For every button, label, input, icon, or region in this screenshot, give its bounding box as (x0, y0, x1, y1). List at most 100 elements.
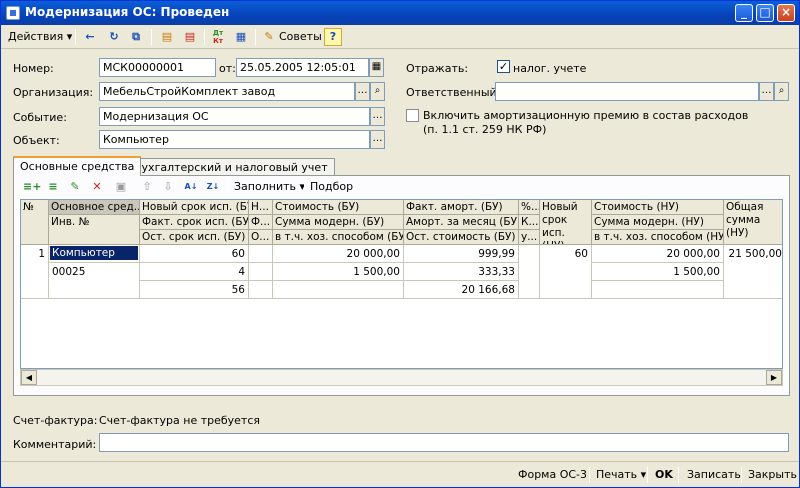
dt-kt-icon[interactable]: Дт Кт (209, 28, 227, 46)
copy-icon[interactable]: ⧉ (127, 28, 145, 46)
tips-button[interactable]: Советы (279, 28, 322, 46)
edit-row-icon[interactable]: ✎ (66, 178, 84, 196)
calendar-icon[interactable]: ▦ (369, 58, 384, 77)
cost-nu-cell[interactable]: 20 000,00 (592, 245, 724, 263)
col-u-header[interactable]: у... (519, 230, 540, 245)
responsible-field[interactable] (495, 82, 759, 101)
close-window-button[interactable]: × (777, 4, 795, 22)
col-mod-sum-nu-header[interactable]: Сумма модерн. (НУ) (592, 215, 724, 230)
new-term-nu-cell[interactable]: 60 (540, 245, 592, 299)
unpost-document-icon[interactable]: ▤ (181, 28, 199, 46)
refresh-icon[interactable]: ↻ (105, 28, 123, 46)
mod-sum-bu-cell[interactable]: 1 500,00 (273, 263, 404, 281)
new-term-bu-cell[interactable]: 60 (140, 245, 249, 263)
total-cell[interactable]: 21 500,00 (724, 245, 782, 299)
copy-row-icon[interactable]: ≡ (44, 178, 62, 196)
col-cost-bu-header[interactable]: Стоимость (БУ) (273, 200, 404, 215)
organization-search-icon[interactable]: ⌕ (370, 82, 385, 101)
date-field[interactable]: 25.05.2005 12:05:01 (236, 58, 369, 77)
fact-term-bu-cell[interactable]: 4 (140, 263, 249, 281)
f-cell[interactable] (249, 263, 273, 281)
organization-field[interactable]: МебельСтройКомплект завод (99, 82, 355, 101)
tab-fixed-assets[interactable]: Основные средства (13, 156, 142, 176)
table-toolbar: ≡+ ≡ ✎ ✕ ▣ ⇧ ⇩ A↓ Z↓ Заполнить ▾ Подбор (14, 176, 789, 198)
own-bu-cell[interactable] (273, 281, 404, 299)
event-select-button[interactable]: … (370, 107, 385, 126)
col-h-header[interactable]: Н... (249, 200, 273, 215)
tab-panel-fixed-assets: ≡+ ≡ ✎ ✕ ▣ ⇧ ⇩ A↓ Z↓ Заполнить ▾ Подбор … (13, 175, 790, 396)
toolbar-separator (204, 29, 205, 45)
amortization-bonus-checkbox[interactable] (406, 109, 419, 122)
end-edit-icon[interactable]: ▣ (112, 178, 130, 196)
save-button[interactable]: Записать (682, 466, 746, 484)
asset-cell[interactable]: Компьютер (49, 245, 140, 263)
add-row-icon[interactable]: ≡+ (22, 178, 41, 196)
amortization-bonus-note: (п. 1.1 ст. 259 НК РФ) (423, 123, 547, 136)
col-own-nu-header[interactable]: в т.ч. хоз. способом (НУ) (592, 230, 724, 245)
post-document-icon[interactable]: ▤ (158, 28, 176, 46)
col-amort-month-bu-header[interactable]: Аморт. за месяц (БУ) (404, 215, 519, 230)
col-asset-header[interactable]: Основное сред... (49, 200, 140, 215)
col-total-header[interactable]: Общая сумма (НУ) (724, 200, 782, 245)
col-cost-nu-header[interactable]: Стоимость (НУ) (592, 200, 724, 215)
print-menu[interactable]: Печать ▾ (591, 466, 651, 484)
tax-accounting-checkbox[interactable]: ✓ (497, 60, 510, 73)
col-number-header[interactable]: № (21, 200, 49, 245)
maximize-button[interactable]: □ (756, 4, 774, 22)
number-field[interactable]: МСК00000001 (99, 58, 216, 77)
horizontal-scrollbar[interactable]: ◀ ▶ (20, 369, 783, 386)
col-new-term-nu-header[interactable]: Новый срок исп. (НУ) (540, 200, 592, 245)
col-mod-sum-bu-header[interactable]: Сумма модерн. (БУ) (273, 215, 404, 230)
fill-menu[interactable]: Заполнить ▾ (234, 178, 305, 196)
minimize-button[interactable]: _ (735, 4, 753, 22)
col-rest-term-bu-header[interactable]: Ост. срок исп. (БУ) (140, 230, 249, 245)
object-select-button[interactable]: … (370, 130, 385, 149)
move-up-icon[interactable]: ⇧ (138, 178, 156, 196)
o-cell[interactable] (249, 281, 273, 299)
col-inv-header[interactable]: Инв. № (49, 215, 140, 245)
responsible-search-icon[interactable]: ⌕ (774, 82, 789, 101)
organization-select-button[interactable]: … (355, 82, 370, 101)
delete-row-icon[interactable]: ✕ (88, 178, 106, 196)
sort-ascending-icon[interactable]: A↓ (182, 178, 200, 196)
comment-field[interactable] (99, 433, 789, 452)
cost-bu-cell[interactable]: 20 000,00 (273, 245, 404, 263)
col-new-term-bu-header[interactable]: Новый срок исп. (БУ) (140, 200, 249, 215)
select-button[interactable]: Подбор (310, 178, 353, 196)
assets-table[interactable]: № Основное сред... Инв. № Новый срок исп… (20, 199, 783, 369)
report-icon[interactable]: ▦ (232, 28, 250, 46)
h-cell[interactable] (249, 245, 273, 263)
sort-descending-icon[interactable]: Z↓ (204, 178, 222, 196)
scroll-left-icon[interactable]: ◀ (21, 370, 37, 385)
mod-sum-nu-cell[interactable]: 1 500,00 (592, 263, 724, 281)
close-button[interactable]: Закрыть (743, 466, 800, 484)
organization-label: Организация: (13, 86, 94, 99)
form-os3-button[interactable]: Форма ОС-3 (513, 466, 592, 484)
col-percent-header[interactable]: %... (519, 200, 540, 215)
col-k-header[interactable]: К... (519, 215, 540, 230)
col-o-header[interactable]: О... (249, 230, 273, 245)
help-icon[interactable]: ? (324, 28, 342, 46)
amort-month-bu-cell[interactable]: 333,33 (404, 263, 519, 281)
col-own-bu-header[interactable]: в т.ч. хоз. способом (БУ) (273, 230, 404, 245)
scroll-right-icon[interactable]: ▶ (766, 370, 782, 385)
inv-cell[interactable]: 00025 (49, 263, 140, 299)
document-window: Модернизация ОС: Проведен _ □ × Действия… (0, 0, 800, 488)
event-field[interactable]: Модернизация ОС (99, 107, 370, 126)
actions-menu[interactable]: Действия ▾ (8, 28, 72, 46)
ok-button[interactable]: OK (650, 466, 678, 484)
fact-amort-bu-cell[interactable]: 999,99 (404, 245, 519, 263)
tab-accounting[interactable]: Бухгалтерский и налоговый учет (127, 158, 335, 176)
rest-term-bu-cell[interactable]: 56 (140, 281, 249, 299)
own-nu-cell[interactable] (592, 281, 724, 299)
percent-cell[interactable] (519, 245, 540, 299)
move-down-icon[interactable]: ⇩ (159, 178, 177, 196)
responsible-select-button[interactable]: … (759, 82, 774, 101)
col-f-header[interactable]: Ф... (249, 215, 273, 230)
col-rest-cost-bu-header[interactable]: Ост. стоимость (БУ) (404, 230, 519, 245)
object-field[interactable]: Компьютер (99, 130, 370, 149)
col-fact-term-bu-header[interactable]: Факт. срок исп. (БУ) (140, 215, 249, 230)
rest-cost-bu-cell[interactable]: 20 166,68 (404, 281, 519, 299)
col-fact-amort-bu-header[interactable]: Факт. аморт. (БУ) (404, 200, 519, 215)
back-arrow-icon[interactable]: ← (81, 28, 99, 46)
